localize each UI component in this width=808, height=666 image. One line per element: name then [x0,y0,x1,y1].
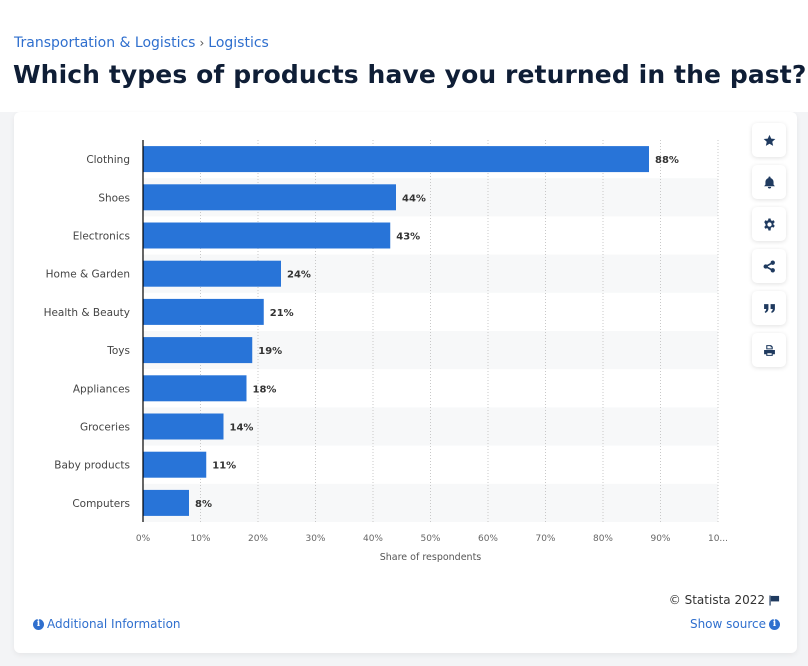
gear-icon [763,218,775,230]
print-button[interactable] [752,333,786,367]
value-label: 44% [402,193,426,204]
category-label: Home & Garden [46,269,130,281]
x-tick-label: 50% [420,534,440,544]
category-label: Health & Beauty [44,307,130,319]
category-label: Clothing [86,154,130,166]
value-label: 88% [655,155,679,166]
bar [143,337,253,364]
x-tick-label: 20% [248,534,268,544]
category-label: Groceries [80,422,130,434]
favorite-button[interactable] [752,123,786,157]
cite-button[interactable] [752,291,786,325]
x-tick-label: 10... [708,534,728,544]
x-tick-label: 80% [593,534,613,544]
print-icon [763,344,775,356]
x-tick-label: 70% [535,534,555,544]
info-icon: i [33,618,44,630]
bar [143,451,207,478]
x-tick-label: 60% [478,534,498,544]
quote-icon [763,303,775,313]
category-label: Toys [106,345,130,357]
copyright: © Statista 2022 [669,593,780,607]
share-icon [763,260,775,272]
share-button[interactable] [752,249,786,283]
value-label: 21% [270,308,294,319]
x-tick-label: 30% [305,534,325,544]
x-tick-label: 90% [650,534,670,544]
chart-toolbar [752,123,786,375]
show-source-label: Show source [689,617,766,631]
value-label: 14% [230,423,254,434]
bar [143,375,247,402]
x-tick-label: 10% [190,534,210,544]
bar [143,489,189,516]
category-label: Electronics [73,231,130,243]
bar [143,413,224,440]
category-label: Appliances [73,383,130,395]
bar [143,146,649,173]
x-tick-label: 0% [136,534,151,544]
show-source-link[interactable]: Show source i [690,617,780,631]
bar [143,222,391,249]
x-axis-title: Share of respondents [380,552,482,563]
category-label: Baby products [54,460,130,472]
info-icon: i [769,618,780,630]
flag-icon[interactable] [769,594,780,606]
settings-button[interactable] [752,207,786,241]
category-label: Computers [72,498,130,510]
additional-information-label: Additional Information [47,617,181,631]
bar [143,184,396,211]
value-label: 11% [212,461,236,472]
row-band [143,483,718,522]
value-label: 19% [258,346,282,357]
bar [143,260,281,287]
x-tick-label: 40% [363,534,383,544]
star-icon [763,134,775,146]
value-label: 24% [287,270,311,281]
value-label: 8% [195,499,212,510]
notification-button[interactable] [752,165,786,199]
bar [143,298,264,325]
additional-information-link[interactable]: i Additional Information [33,617,181,631]
category-label: Shoes [98,192,130,204]
copyright-text: © Statista 2022 [668,593,765,607]
value-label: 43% [396,232,420,243]
bell-icon [763,176,775,188]
chart: Clothing Shoes Electronics Home & Garden Hea… [44,140,728,563]
value-label: 18% [253,384,277,395]
